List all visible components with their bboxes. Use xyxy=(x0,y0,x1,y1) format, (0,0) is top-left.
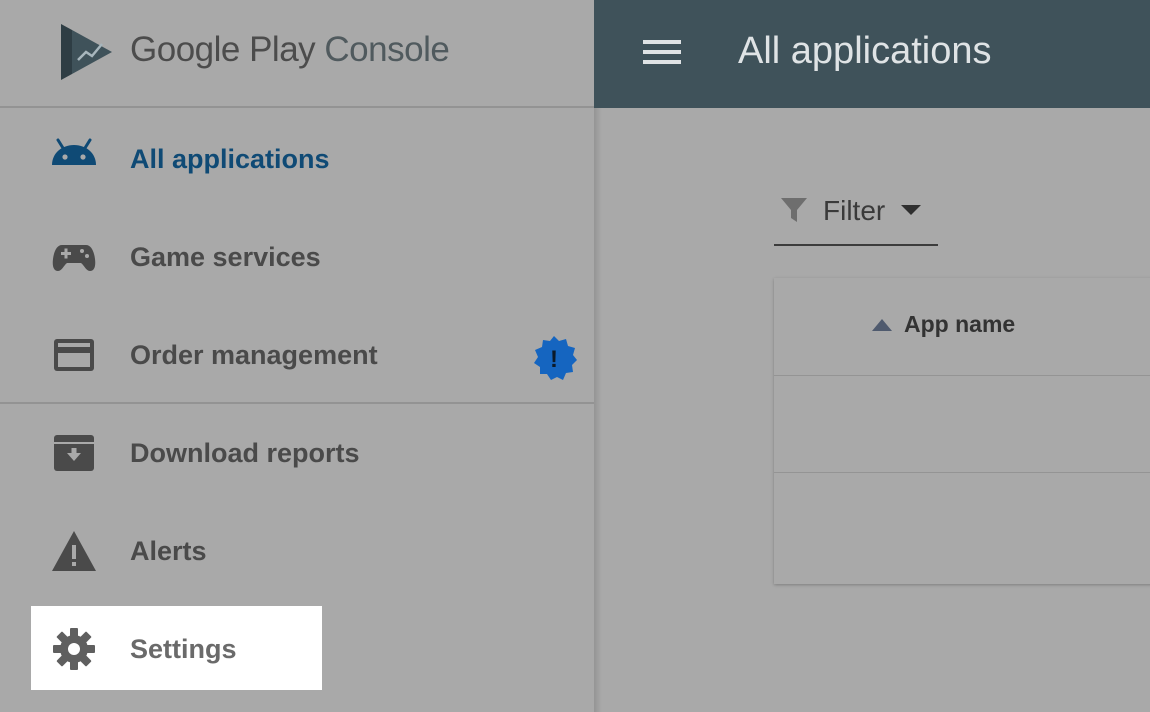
page-title: All applications xyxy=(738,30,992,72)
sidebar-item-all-applications[interactable]: All applications xyxy=(0,110,594,208)
applications-table: App name xyxy=(774,278,1150,584)
sidebar: Google Play Console All applications Gam… xyxy=(0,0,602,712)
sidebar-item-order-management[interactable]: Order management ! xyxy=(0,306,594,404)
sidebar-item-settings[interactable]: Settings xyxy=(0,600,594,698)
warning-icon xyxy=(52,531,96,571)
sidebar-item-label: Download reports xyxy=(130,438,360,468)
filter-label: Filter xyxy=(823,195,886,226)
brand-name: Google Play xyxy=(130,30,316,69)
sidebar-item-label: Alerts xyxy=(130,536,207,566)
filter-funnel-icon xyxy=(781,198,807,222)
play-console-logo-icon xyxy=(61,24,112,80)
column-header-app-name[interactable]: App name xyxy=(904,311,1015,338)
sidebar-item-game-services[interactable]: Game services xyxy=(0,208,594,306)
android-icon xyxy=(52,138,96,165)
sidebar-item-label: All applications xyxy=(130,144,330,174)
table-row[interactable] xyxy=(774,375,1150,473)
logo-wordmark: Google Play Console xyxy=(130,30,450,70)
gamepad-icon xyxy=(52,245,96,271)
filter-dropdown[interactable]: Filter xyxy=(774,186,938,246)
sidebar-item-label: Order management xyxy=(130,340,378,370)
sidebar-item-label: Game services xyxy=(130,242,321,272)
sort-ascending-icon[interactable] xyxy=(871,318,893,332)
badge-text: ! xyxy=(550,346,558,373)
brand-product: Console xyxy=(324,30,450,69)
credit-card-icon xyxy=(54,339,94,371)
hamburger-menu-icon[interactable] xyxy=(643,38,681,66)
sidebar-item-download-reports[interactable]: Download reports xyxy=(0,404,594,502)
table-row[interactable] xyxy=(774,473,1150,570)
caret-down-icon xyxy=(901,205,921,215)
alert-badge-icon[interactable]: ! xyxy=(530,334,578,382)
logo-bar: Google Play Console xyxy=(0,0,594,108)
sidebar-item-label: Settings xyxy=(130,634,237,664)
table-header: App name xyxy=(774,278,1150,376)
gear-icon xyxy=(53,628,95,670)
download-archive-icon xyxy=(54,435,94,471)
sidebar-item-alerts[interactable]: Alerts xyxy=(0,502,594,600)
top-app-bar: All applications xyxy=(594,0,1150,108)
